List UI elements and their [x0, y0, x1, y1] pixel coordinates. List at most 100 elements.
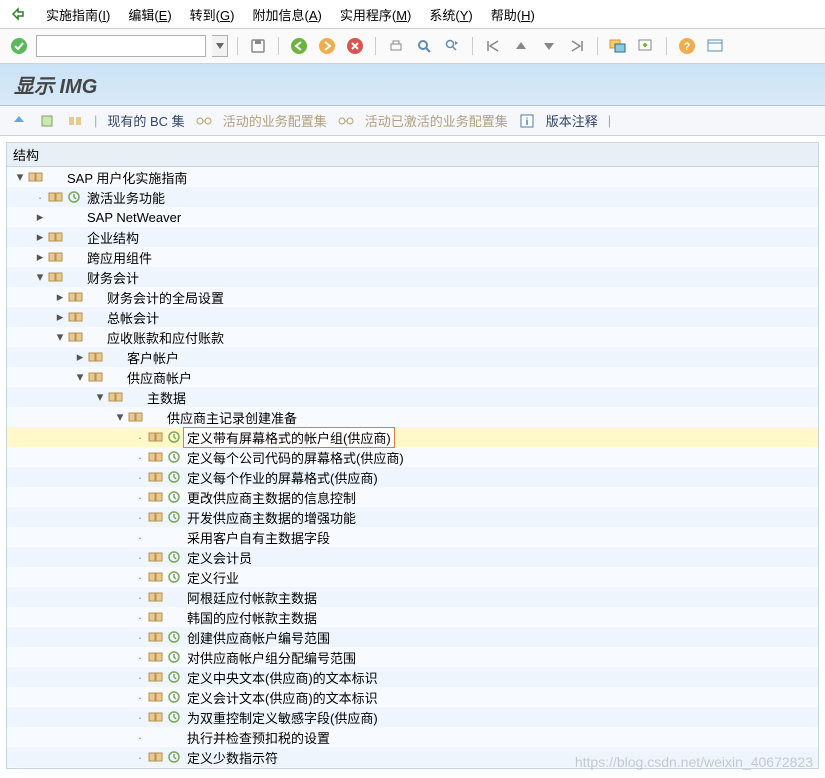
tree-row[interactable]: ·开发供应商主数据的增强功能	[7, 507, 818, 527]
img-node-icon	[107, 390, 125, 404]
menu-item-i[interactable]: 实施指南(I)	[46, 8, 110, 23]
tree-row[interactable]: ·对供应商帐户组分配编号范围	[7, 647, 818, 667]
collapse-icon[interactable]: ▾	[73, 369, 87, 385]
img-activity-icon[interactable]	[165, 570, 183, 584]
img-node-icon	[67, 290, 85, 304]
tree-row[interactable]: ▸总帐会计	[7, 307, 818, 327]
menu-item-m[interactable]: 实用程序(M)	[340, 8, 412, 23]
menu-item-g[interactable]: 转到(G)	[190, 8, 235, 23]
tree-row[interactable]: ·创建供应商帐户编号范围	[7, 627, 818, 647]
tree-row[interactable]: ▾财务会计	[7, 267, 818, 287]
new-session-icon[interactable]	[607, 35, 629, 57]
version-notes-link[interactable]: 版本注释	[546, 111, 598, 130]
export-icon[interactable]	[8, 4, 28, 24]
cancel-icon[interactable]	[344, 35, 366, 57]
help-icon[interactable]: ?	[676, 35, 698, 57]
tree-row[interactable]: ▸财务会计的全局设置	[7, 287, 818, 307]
first-page-icon[interactable]	[482, 35, 504, 57]
collapse-icon[interactable]: ▾	[113, 409, 127, 425]
existing-bc-set-link[interactable]: 现有的 BC 集	[107, 111, 184, 130]
img-activity-icon[interactable]	[165, 630, 183, 644]
collapse-icon[interactable]: ▾	[93, 389, 107, 405]
expand-icon[interactable]: ▸	[33, 209, 47, 225]
expand-icon[interactable]: ▸	[33, 229, 47, 245]
expand-all-icon[interactable]	[10, 112, 28, 130]
img-activity-icon[interactable]	[165, 550, 183, 564]
tree-row[interactable]: ·采用客户自有主数据字段	[7, 527, 818, 547]
tree-node-label: 供应商帐户	[123, 368, 192, 387]
menu-item-h[interactable]: 帮助(H)	[491, 8, 535, 23]
img-activity-icon[interactable]	[65, 190, 83, 204]
tree-row[interactable]: ·定义行业	[7, 567, 818, 587]
img-activity-icon[interactable]	[165, 690, 183, 704]
tree-row[interactable]: ·为双重控制定义敏感字段(供应商)	[7, 707, 818, 727]
tree-row[interactable]: ▸客户帐户	[7, 347, 818, 367]
img-activity-icon[interactable]	[165, 650, 183, 664]
img-activity-icon[interactable]	[165, 750, 183, 764]
layout-menu-icon[interactable]	[704, 35, 726, 57]
collapse-icon[interactable]: ▾	[53, 329, 67, 345]
menu-item-e[interactable]: 编辑(E)	[128, 8, 171, 23]
command-field[interactable]	[36, 35, 206, 57]
img-activity-icon[interactable]	[165, 430, 183, 444]
create-shortcut-icon[interactable]	[635, 35, 657, 57]
menu-item-a[interactable]: 附加信息(A)	[252, 8, 321, 23]
menu-item-y[interactable]: 系统(Y)	[429, 8, 472, 23]
active-bc-config-link[interactable]: 活动的业务配置集	[223, 111, 327, 130]
expand-icon[interactable]: ▸	[33, 249, 47, 265]
expand-icon[interactable]: ▸	[53, 309, 67, 325]
find-icon[interactable]	[413, 35, 435, 57]
where-used-icon[interactable]	[66, 112, 84, 130]
img-activity-icon[interactable]	[165, 670, 183, 684]
tree-row[interactable]: ·定义带有屏幕格式的帐户组(供应商)	[7, 427, 818, 447]
leaf-bullet-icon: ·	[133, 650, 147, 665]
save-icon[interactable]	[247, 35, 269, 57]
ok-icon[interactable]	[8, 35, 30, 57]
command-dropdown-icon[interactable]	[212, 35, 228, 57]
tree-node-label: SAP NetWeaver	[83, 210, 181, 225]
img-activity-icon[interactable]	[165, 710, 183, 724]
page-down-icon[interactable]	[538, 35, 560, 57]
leaf-bullet-icon: ·	[133, 610, 147, 625]
tree-row[interactable]: ·定义每个作业的屏幕格式(供应商)	[7, 467, 818, 487]
page-up-icon[interactable]	[510, 35, 532, 57]
img-activity-icon[interactable]	[165, 470, 183, 484]
tree-node-label: 定义每个作业的屏幕格式(供应商)	[183, 468, 378, 487]
tree-row[interactable]: ▸跨应用组件	[7, 247, 818, 267]
tree-row[interactable]: ▸ SAP NetWeaver	[7, 207, 818, 227]
tree-row[interactable]: ·定义每个公司代码的屏幕格式(供应商)	[7, 447, 818, 467]
tree-row[interactable]: ▾供应商主记录创建准备	[7, 407, 818, 427]
tree-row[interactable]: ·更改供应商主数据的信息控制	[7, 487, 818, 507]
exit-icon[interactable]	[316, 35, 338, 57]
tree-row[interactable]: ·定义会计文本(供应商)的文本标识	[7, 687, 818, 707]
collapse-icon[interactable]: ▾	[33, 269, 47, 285]
tree-row[interactable]: ·韩国的应付帐款主数据	[7, 607, 818, 627]
tree-row[interactable]: ▸企业结构	[7, 227, 818, 247]
img-node-icon	[87, 350, 105, 364]
tree-row[interactable]: ·执行并检查预扣税的设置	[7, 727, 818, 747]
img-tree[interactable]: ▾SAP 用户化实施指南·激活业务功能 ▸ SAP NetWeaver ▸企业结构▸跨…	[6, 167, 819, 769]
expand-icon[interactable]: ▸	[53, 289, 67, 305]
img-node-icon	[147, 750, 165, 764]
tree-row[interactable]: ▾SAP 用户化实施指南	[7, 167, 818, 187]
find-next-icon[interactable]	[441, 35, 463, 57]
tree-row[interactable]: ▾ 供应商帐户	[7, 367, 818, 387]
tree-row[interactable]: ▾主数据	[7, 387, 818, 407]
img-activity-icon[interactable]	[165, 490, 183, 504]
activated-bc-config-link[interactable]: 活动已激活的业务配置集	[365, 111, 508, 130]
collapse-all-icon[interactable]	[38, 112, 56, 130]
last-page-icon[interactable]	[566, 35, 588, 57]
back-icon[interactable]	[288, 35, 310, 57]
glasses-icon-2	[337, 112, 355, 130]
expand-icon[interactable]: ▸	[73, 349, 87, 365]
print-icon[interactable]	[385, 35, 407, 57]
tree-row[interactable]: ·激活业务功能	[7, 187, 818, 207]
tree-row[interactable]: ▾应收账款和应付账款	[7, 327, 818, 347]
tree-row[interactable]: ·定义少数指示符	[7, 747, 818, 767]
img-activity-icon[interactable]	[165, 510, 183, 524]
tree-row[interactable]: ·定义中央文本(供应商)的文本标识	[7, 667, 818, 687]
tree-row[interactable]: ·阿根廷应付帐款主数据	[7, 587, 818, 607]
img-activity-icon[interactable]	[165, 450, 183, 464]
tree-row[interactable]: ·定义会计员	[7, 547, 818, 567]
collapse-icon[interactable]: ▾	[13, 169, 27, 185]
